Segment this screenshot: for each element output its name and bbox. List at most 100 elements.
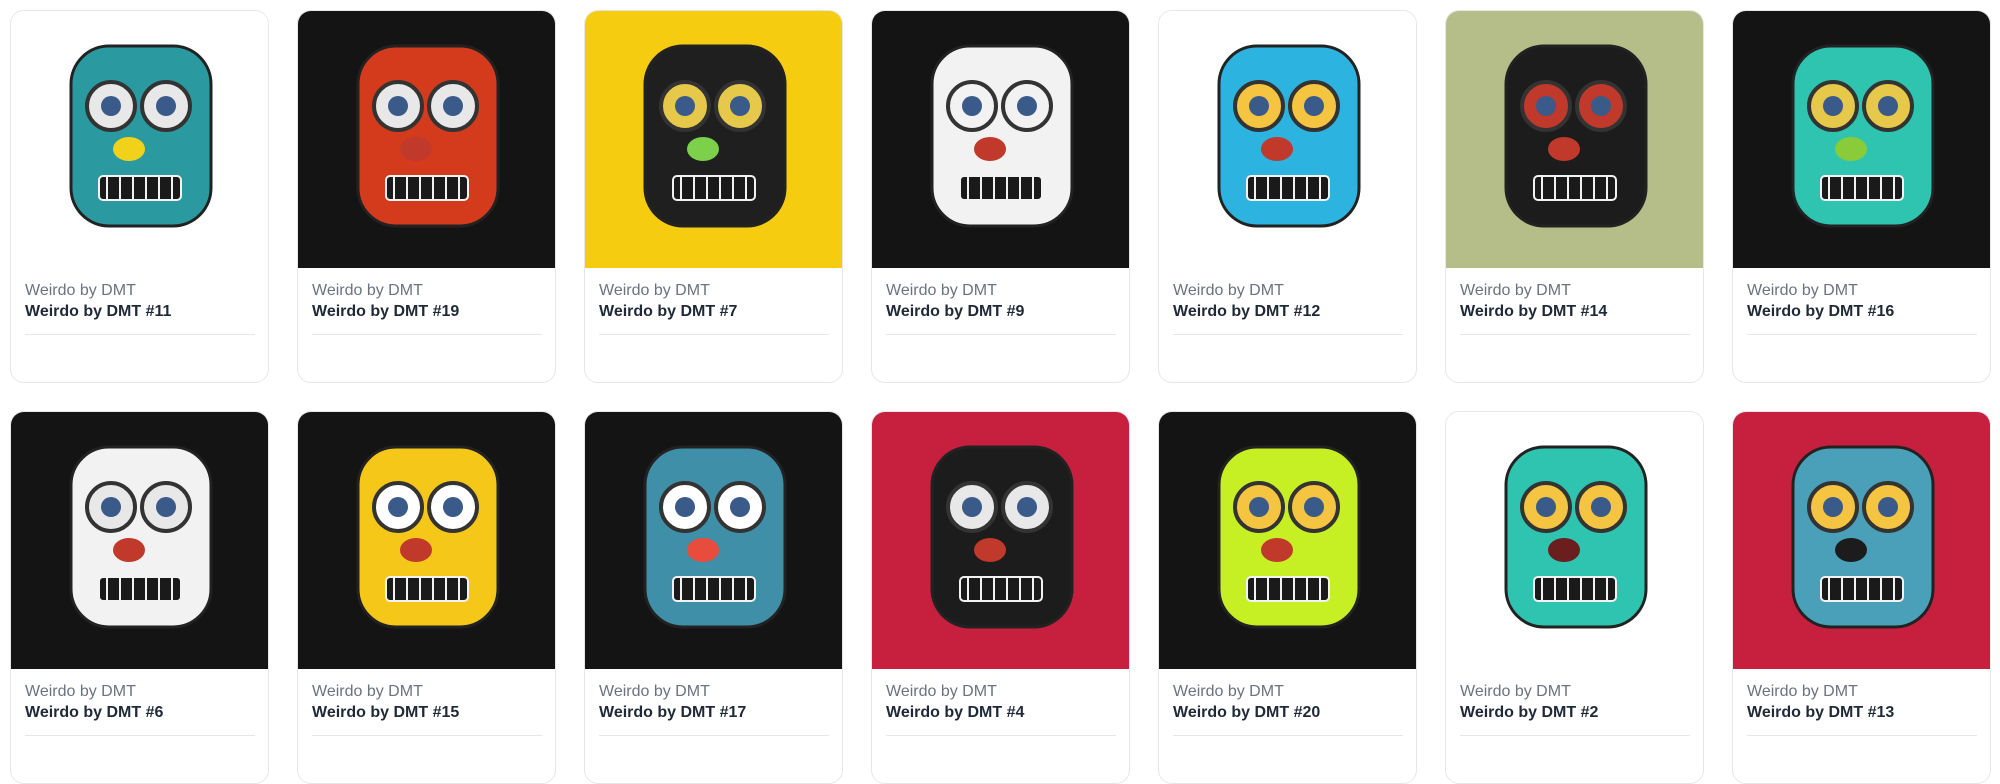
nft-title[interactable]: Weirdo by DMT #4: [886, 702, 1115, 724]
nft-card[interactable]: Weirdo by DMT Weirdo by DMT #17: [584, 411, 843, 784]
nft-card[interactable]: Weirdo by DMT Weirdo by DMT #2: [1445, 411, 1704, 784]
nose: [1261, 538, 1293, 562]
nft-card[interactable]: Weirdo by DMT Weirdo by DMT #7: [584, 10, 843, 383]
nft-artwork-image[interactable]: [1159, 11, 1416, 268]
nft-title[interactable]: Weirdo by DMT #7: [599, 301, 828, 323]
nft-card[interactable]: Weirdo by DMT Weirdo by DMT #16: [1732, 10, 1991, 383]
nose: [113, 137, 145, 161]
collection-name[interactable]: Weirdo by DMT: [312, 682, 541, 702]
card-divider: [1460, 735, 1690, 736]
nft-title[interactable]: Weirdo by DMT #14: [1460, 301, 1689, 323]
mouth: [1246, 576, 1330, 602]
nft-card[interactable]: Weirdo by DMT Weirdo by DMT #9: [871, 10, 1130, 383]
right-pupil: [1591, 497, 1611, 517]
nft-title[interactable]: Weirdo by DMT #13: [1747, 702, 1976, 724]
nft-artwork-image[interactable]: [11, 11, 268, 268]
nft-card[interactable]: Weirdo by DMT Weirdo by DMT #14: [1445, 10, 1704, 383]
right-pupil: [1017, 96, 1037, 116]
card-divider: [25, 334, 255, 335]
right-pupil: [730, 497, 750, 517]
nft-title[interactable]: Weirdo by DMT #2: [1460, 702, 1689, 724]
card-divider: [312, 334, 542, 335]
nft-card-grid: Weirdo by DMT Weirdo by DMT #11 Weirdo by …: [0, 0, 2000, 784]
nft-card[interactable]: Weirdo by DMT Weirdo by DMT #6: [10, 411, 269, 784]
nose: [1261, 137, 1293, 161]
nft-title[interactable]: Weirdo by DMT #16: [1747, 301, 1976, 323]
nft-title[interactable]: Weirdo by DMT #19: [312, 301, 541, 323]
mouth: [959, 576, 1043, 602]
right-pupil: [1878, 96, 1898, 116]
collection-name[interactable]: Weirdo by DMT: [599, 682, 828, 702]
nft-title[interactable]: Weirdo by DMT #12: [1173, 301, 1402, 323]
nft-card[interactable]: Weirdo by DMT Weirdo by DMT #15: [297, 411, 556, 784]
collection-name[interactable]: Weirdo by DMT: [312, 281, 541, 301]
collection-name[interactable]: Weirdo by DMT: [886, 682, 1115, 702]
collection-name[interactable]: Weirdo by DMT: [1173, 682, 1402, 702]
nft-artwork-image[interactable]: [585, 412, 842, 669]
right-pupil: [443, 96, 463, 116]
collection-name[interactable]: Weirdo by DMT: [886, 281, 1115, 301]
card-meta: Weirdo by DMT Weirdo by DMT #9: [872, 268, 1129, 335]
card-meta: Weirdo by DMT Weirdo by DMT #12: [1159, 268, 1416, 335]
right-pupil: [1591, 96, 1611, 116]
right-pupil: [443, 497, 463, 517]
nft-title[interactable]: Weirdo by DMT #6: [25, 702, 254, 724]
nft-artwork-image[interactable]: [1159, 412, 1416, 669]
left-pupil: [1249, 497, 1269, 517]
collection-name[interactable]: Weirdo by DMT: [1460, 281, 1689, 301]
nose: [1835, 137, 1867, 161]
nft-artwork-image[interactable]: [872, 412, 1129, 669]
card-meta: Weirdo by DMT Weirdo by DMT #15: [298, 669, 555, 736]
nft-card[interactable]: Weirdo by DMT Weirdo by DMT #13: [1732, 411, 1991, 784]
nft-artwork-image[interactable]: [585, 11, 842, 268]
nft-card[interactable]: Weirdo by DMT Weirdo by DMT #4: [871, 411, 1130, 784]
nft-artwork-image[interactable]: [11, 412, 268, 669]
card-meta: Weirdo by DMT Weirdo by DMT #13: [1733, 669, 1990, 736]
collection-name[interactable]: Weirdo by DMT: [1747, 682, 1976, 702]
weirdo-face-illustration: [1733, 11, 1990, 268]
mouth: [385, 175, 469, 201]
right-pupil: [156, 497, 176, 517]
nft-card[interactable]: Weirdo by DMT Weirdo by DMT #19: [297, 10, 556, 383]
left-pupil: [962, 96, 982, 116]
nft-artwork-image[interactable]: [1446, 412, 1703, 669]
weirdo-face-illustration: [872, 11, 1129, 268]
mouth: [672, 175, 756, 201]
collection-name[interactable]: Weirdo by DMT: [1747, 281, 1976, 301]
card-meta: Weirdo by DMT Weirdo by DMT #4: [872, 669, 1129, 736]
mouth: [959, 175, 1043, 201]
nft-title[interactable]: Weirdo by DMT #9: [886, 301, 1115, 323]
nft-card[interactable]: Weirdo by DMT Weirdo by DMT #20: [1158, 411, 1417, 784]
nose: [974, 538, 1006, 562]
nft-artwork-image[interactable]: [872, 11, 1129, 268]
nft-title[interactable]: Weirdo by DMT #11: [25, 301, 254, 323]
nft-title[interactable]: Weirdo by DMT #20: [1173, 702, 1402, 724]
collection-name[interactable]: Weirdo by DMT: [25, 281, 254, 301]
weirdo-face-illustration: [585, 11, 842, 268]
nft-card[interactable]: Weirdo by DMT Weirdo by DMT #12: [1158, 10, 1417, 383]
nose: [687, 137, 719, 161]
mouth: [1820, 175, 1904, 201]
nose: [1548, 538, 1580, 562]
nft-card[interactable]: Weirdo by DMT Weirdo by DMT #11: [10, 10, 269, 383]
nft-artwork-image[interactable]: [1733, 11, 1990, 268]
nose: [400, 538, 432, 562]
collection-name[interactable]: Weirdo by DMT: [1173, 281, 1402, 301]
card-divider: [312, 735, 542, 736]
collection-name[interactable]: Weirdo by DMT: [25, 682, 254, 702]
card-divider: [886, 735, 1116, 736]
mouth: [1533, 175, 1617, 201]
collection-name[interactable]: Weirdo by DMT: [1460, 682, 1689, 702]
nft-title[interactable]: Weirdo by DMT #15: [312, 702, 541, 724]
collection-name[interactable]: Weirdo by DMT: [599, 281, 828, 301]
card-meta: Weirdo by DMT Weirdo by DMT #14: [1446, 268, 1703, 335]
card-meta: Weirdo by DMT Weirdo by DMT #2: [1446, 669, 1703, 736]
nft-title[interactable]: Weirdo by DMT #17: [599, 702, 828, 724]
nft-artwork-image[interactable]: [1446, 11, 1703, 268]
nft-artwork-image[interactable]: [298, 412, 555, 669]
weirdo-face-illustration: [298, 11, 555, 268]
right-pupil: [1017, 497, 1037, 517]
nft-artwork-image[interactable]: [298, 11, 555, 268]
nft-artwork-image[interactable]: [1733, 412, 1990, 669]
left-pupil: [101, 96, 121, 116]
